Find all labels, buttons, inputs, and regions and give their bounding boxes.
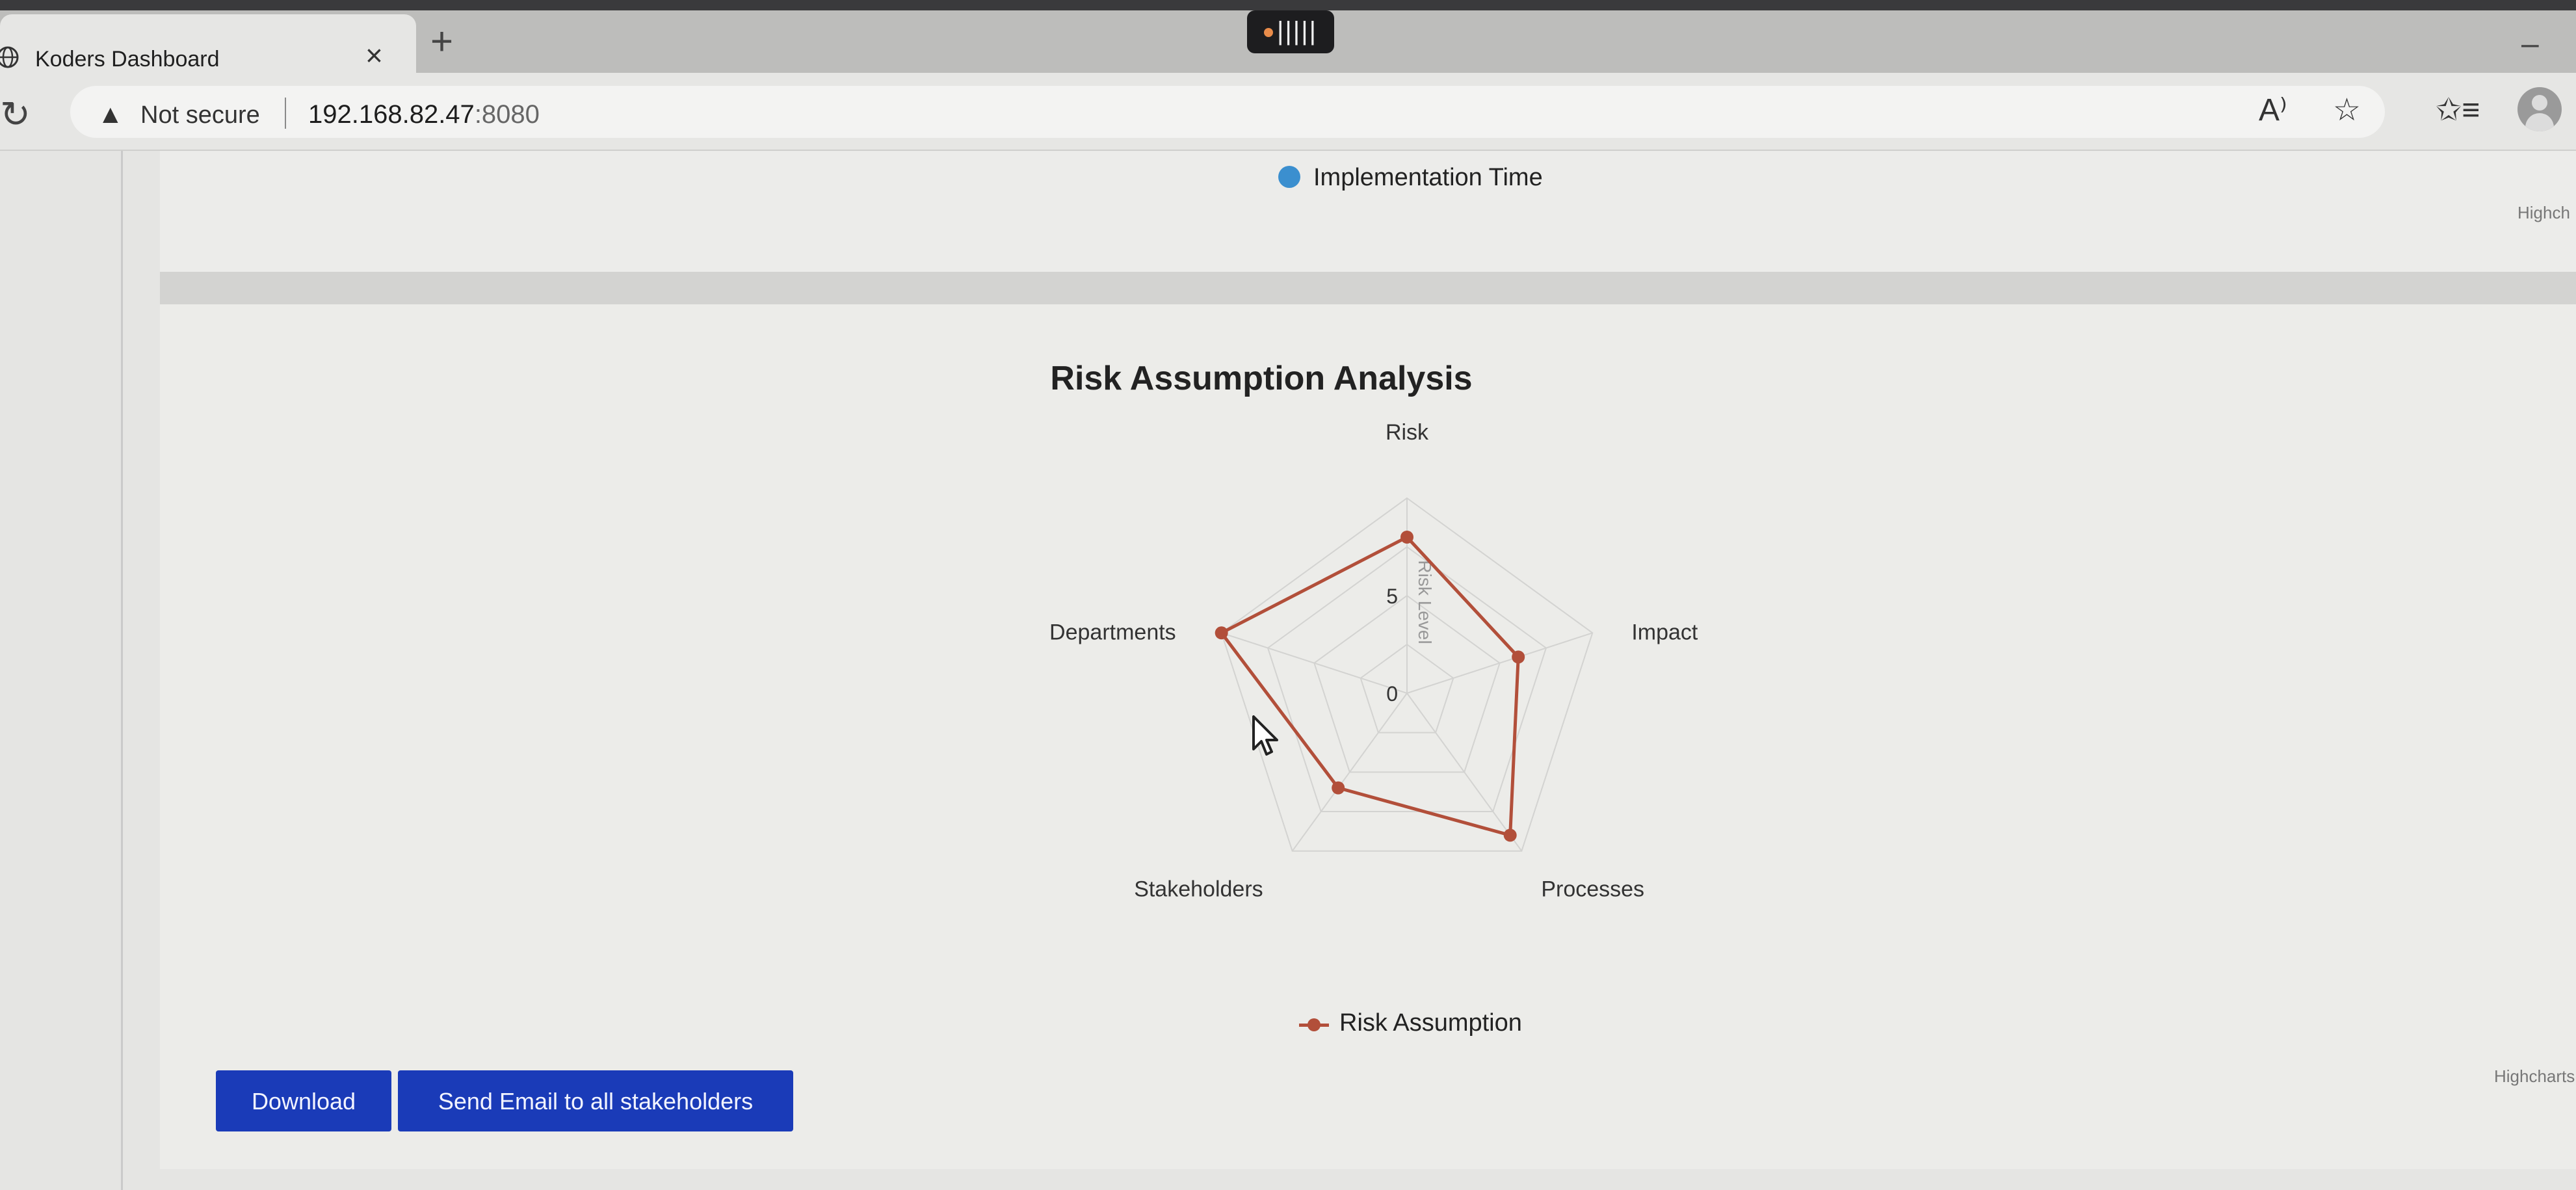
url-divider [285, 98, 286, 129]
send-email-button[interactable]: Send Email to all stakeholders [398, 1070, 793, 1131]
tab-title: Koders Dashboard [35, 47, 220, 72]
security-label[interactable]: Not secure [140, 101, 260, 129]
category-label: Processes [1541, 877, 1644, 902]
sidebar-divider [121, 151, 123, 1190]
minimize-icon[interactable]: – [2521, 26, 2539, 62]
url-text[interactable]: 192.168.82.47:8080 [308, 100, 540, 129]
recording-bars: ||||| [1277, 17, 1317, 46]
new-tab-icon[interactable]: + [430, 22, 453, 61]
download-button[interactable]: Download [216, 1070, 391, 1131]
read-aloud-icon[interactable]: A⁾ [2259, 95, 2287, 126]
legend-label: Risk Assumption [1339, 1009, 1522, 1037]
card-separator [160, 272, 2576, 304]
risk-assumption-legend[interactable]: Risk Assumption [1299, 1009, 1522, 1037]
url-port: :8080 [474, 100, 540, 129]
data-point [1215, 626, 1228, 640]
chart-credit[interactable]: Highch [2517, 203, 2570, 223]
browser-tab[interactable]: Koders Dashboard × [0, 14, 416, 77]
data-point [1400, 531, 1413, 544]
radar-chart: Risk Impact Processes Stakeholders Departmen… [1049, 423, 1698, 902]
implementation-time-legend[interactable]: Implementation Time [1278, 164, 1543, 192]
data-point [1512, 650, 1525, 664]
category-label: Departments [1049, 620, 1176, 644]
data-point [1503, 828, 1517, 842]
axis-title: Risk Level [1415, 560, 1435, 644]
category-label: Stakeholders [1134, 877, 1263, 902]
legend-dot-icon [1278, 165, 1300, 188]
legend-label: Implementation Time [1313, 164, 1543, 191]
grid-spoke [1221, 632, 1408, 694]
window-top-bar [0, 0, 2576, 10]
category-label: Impact [1631, 620, 1698, 644]
close-tab-icon[interactable]: × [365, 40, 383, 70]
chart-credit[interactable]: Highcharts [2494, 1066, 2575, 1087]
favorites-list-icon[interactable]: ✩≡ [2436, 95, 2480, 126]
profile-avatar-icon[interactable] [2517, 87, 2562, 131]
data-point [1332, 781, 1345, 795]
y-tick-label: 5 [1386, 585, 1398, 608]
url-host: 192.168.82.47 [308, 100, 475, 129]
category-label: Risk [1386, 423, 1429, 445]
mouse-cursor-icon [1252, 715, 1278, 756]
reload-icon[interactable]: ↻ [0, 96, 31, 133]
series-line [1220, 535, 1520, 837]
globe-icon [0, 46, 19, 68]
chart-title: Risk Assumption Analysis [1050, 360, 1473, 397]
legend-line-marker-icon [1299, 1018, 1329, 1031]
recording-dot-icon [1264, 28, 1274, 38]
y-tick-label: 0 [1386, 682, 1398, 706]
warning-icon[interactable]: ▲ [98, 100, 124, 129]
recording-indicator[interactable]: ||||| [1247, 10, 1334, 53]
favorite-star-icon[interactable]: ☆ [2333, 95, 2361, 126]
